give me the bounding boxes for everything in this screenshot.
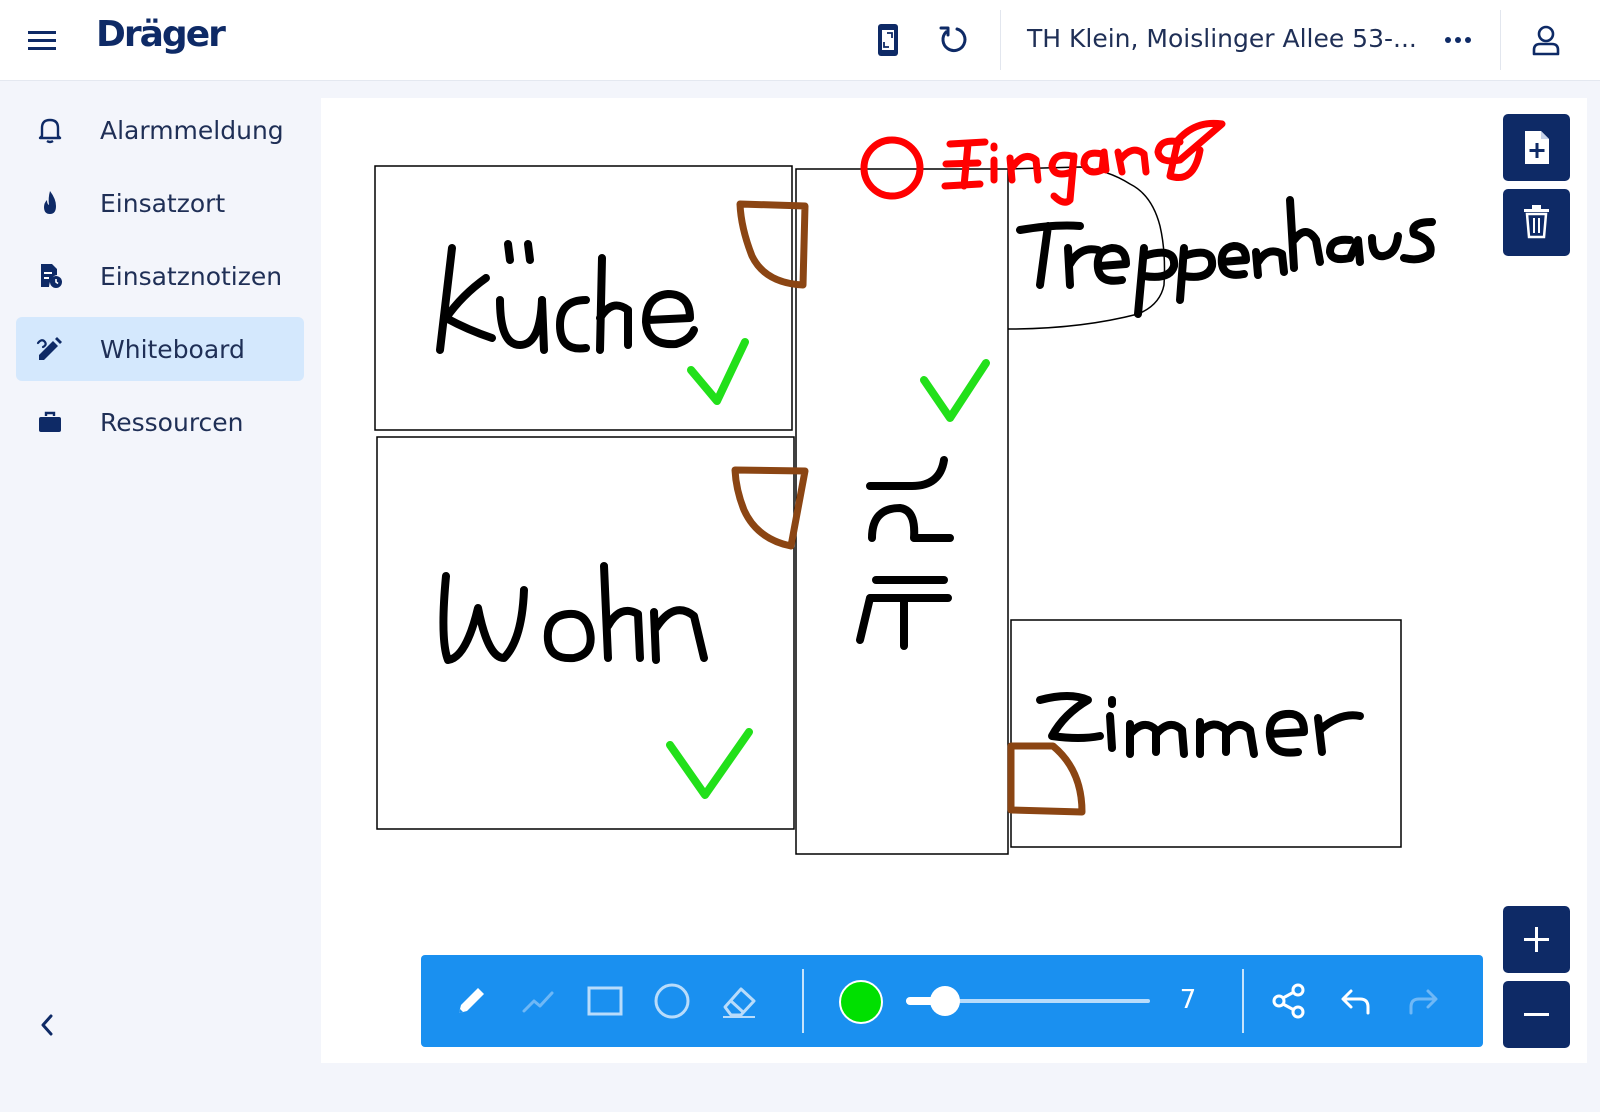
stroke-size-slider-thumb[interactable]: [930, 986, 961, 1016]
file-plus-icon: [1525, 131, 1549, 164]
circle-icon[interactable]: [652, 981, 692, 1021]
label-wohn: [439, 562, 708, 664]
drawing-toolbar: 7: [421, 955, 1483, 1047]
sidebar: Alarmmeldung Einsatzort Einsatznotizen W…: [0, 81, 320, 1112]
chevron-left-icon[interactable]: [36, 1010, 58, 1040]
menu-icon[interactable]: [26, 26, 60, 54]
check-kueche: [687, 338, 749, 405]
rectangle-icon[interactable]: [585, 981, 625, 1021]
eraser-icon[interactable]: [719, 981, 759, 1021]
toolbar-divider: [802, 969, 804, 1033]
drager-logo: Dräger: [96, 14, 226, 55]
user-icon[interactable]: [1528, 22, 1564, 58]
room-wohn-outline: [376, 436, 795, 830]
notes-icon: [41, 264, 62, 288]
flame-icon: [44, 191, 56, 214]
tablet-icon[interactable]: [870, 22, 906, 58]
header-divider: [1000, 10, 1001, 70]
door-zimmer: [1007, 742, 1086, 816]
polyline-icon[interactable]: [518, 981, 558, 1021]
sidebar-item-whiteboard[interactable]: Whiteboard: [16, 317, 304, 381]
sidebar-item-label: Whiteboard: [100, 335, 245, 364]
sidebar-item-ressourcen[interactable]: Ressourcen: [16, 390, 304, 454]
sidebar-item-label: Einsatzort: [100, 189, 226, 218]
whiteboard-drawing: [374, 119, 1436, 855]
trash-icon: [1524, 205, 1549, 239]
sidebar-item-label: Alarmmeldung: [100, 116, 284, 145]
top-bar: Dräger TH Klein, Moislinger Allee 53-...: [0, 0, 1600, 81]
color-picker-button[interactable]: [839, 980, 883, 1024]
sidebar-item-einsatzort[interactable]: Einsatzort: [16, 171, 304, 235]
bell-icon: [38, 118, 62, 144]
header-divider: [1500, 10, 1501, 70]
delete-button[interactable]: [1503, 189, 1570, 256]
check-wohn: [666, 728, 753, 799]
more-icon[interactable]: [1440, 26, 1476, 54]
sidebar-item-alarmmeldung[interactable]: Alarmmeldung: [16, 98, 304, 162]
new-page-button[interactable]: [1503, 114, 1570, 181]
sidebar-item-label: Einsatznotizen: [100, 262, 283, 291]
share-icon[interactable]: [1269, 981, 1309, 1021]
check-flur: [920, 359, 990, 422]
label-kueche: [436, 240, 698, 354]
zoom-out-button[interactable]: [1503, 981, 1570, 1048]
label-flur: [856, 456, 954, 650]
sidebar-item-einsatznotizen[interactable]: Einsatznotizen: [16, 244, 304, 308]
minus-icon: [1524, 1013, 1549, 1016]
stroke-size-value: 7: [1179, 985, 1197, 1015]
toolbar-divider: [1242, 969, 1244, 1033]
pencil-icon[interactable]: [451, 981, 491, 1021]
sidebar-item-label: Ressourcen: [100, 408, 244, 437]
label-eingang: [860, 119, 1226, 206]
label-zimmer: [1036, 692, 1364, 758]
whiteboard-canvas[interactable]: [321, 98, 1587, 1063]
zoom-in-button[interactable]: [1503, 906, 1570, 973]
briefcase-icon: [39, 411, 61, 432]
refresh-icon[interactable]: [935, 22, 971, 58]
redo-icon[interactable]: [1403, 981, 1443, 1021]
whiteboard-edit-icon: [36, 337, 62, 360]
label-treppenhaus: [1016, 196, 1436, 318]
plus-icon: [1524, 927, 1549, 952]
incident-location: TH Klein, Moislinger Allee 53-...: [1027, 24, 1417, 53]
undo-icon[interactable]: [1336, 981, 1376, 1021]
